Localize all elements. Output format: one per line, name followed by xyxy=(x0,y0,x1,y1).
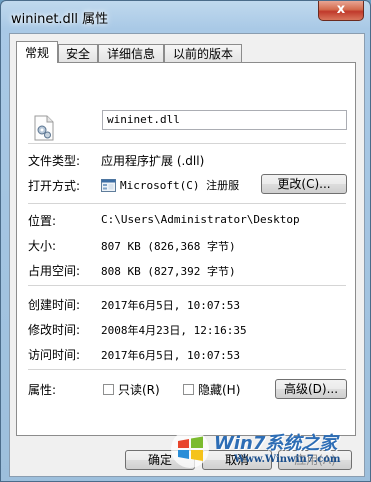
modified-label: 修改时间: xyxy=(28,323,81,337)
divider xyxy=(28,369,346,370)
tab-general[interactable]: 常规 xyxy=(16,41,58,63)
file-type-label: 文件类型: xyxy=(28,154,81,168)
site-watermark: Win7系统之家 Www.Winwin7.com xyxy=(164,427,364,471)
windows-logo-icon xyxy=(171,430,209,468)
change-button[interactable]: 更改(C)... xyxy=(261,174,347,194)
watermark-url: Www.Winwin7.com xyxy=(234,454,341,465)
readonly-checkbox[interactable] xyxy=(103,384,114,395)
size-label: 大小: xyxy=(28,239,57,253)
close-icon: x xyxy=(336,2,346,17)
created-value: 2017年6月5日, 10:07:53 xyxy=(101,299,240,312)
file-type-value: 应用程序扩展 (.dll) xyxy=(101,154,205,168)
advanced-button[interactable]: 高级(D)... xyxy=(275,379,347,399)
title-bar[interactable]: wininet.dll 属性 x xyxy=(1,1,370,35)
modified-value: 2008年4月23日, 12:16:35 xyxy=(101,324,247,337)
hidden-label[interactable]: 隐藏(H) xyxy=(198,381,240,398)
open-with-label: 打开方式: xyxy=(28,179,81,193)
size-value: 807 KB (826,368 字节) xyxy=(101,240,236,253)
location-value: C:\Users\Administrator\Desktop xyxy=(101,213,300,226)
registry-app-icon xyxy=(101,179,116,192)
location-label: 位置: xyxy=(28,214,57,228)
divider xyxy=(28,143,346,144)
attributes-label: 属性: xyxy=(28,383,57,397)
readonly-label[interactable]: 只读(R) xyxy=(118,381,160,398)
accessed-label: 访问时间: xyxy=(28,348,81,362)
tab-details[interactable]: 详细信息 xyxy=(98,44,164,62)
dll-file-icon xyxy=(34,115,54,141)
hidden-checkbox[interactable] xyxy=(183,384,194,395)
accessed-value: 2017年6月5日, 10:07:53 xyxy=(101,349,240,362)
created-label: 创建时间: xyxy=(28,298,81,312)
tab-previous-versions[interactable]: 以前的版本 xyxy=(164,44,242,62)
tab-security[interactable]: 安全 xyxy=(58,44,98,62)
divider xyxy=(28,285,346,286)
file-name-field[interactable]: wininet.dll xyxy=(102,110,347,130)
divider xyxy=(28,203,346,204)
general-panel: wininet.dll 文件类型: 应用程序扩展 (.dll) 打开方式: Mi… xyxy=(16,62,356,436)
dialog-client: 常规 安全 详细信息 以前的版本 wininet.dll 文件类型: 应用程序扩… xyxy=(9,33,365,477)
open-with-value: Microsoft(C) 注册服 xyxy=(120,179,240,192)
size-on-disk-value: 808 KB (827,392 字节) xyxy=(101,265,236,278)
size-on-disk-label: 占用空间: xyxy=(28,264,81,278)
window-title: wininet.dll 属性 xyxy=(11,12,109,27)
properties-window: wininet.dll 属性 x 常规 安全 详细信息 以前的版本 winine… xyxy=(0,0,371,482)
watermark-brand: Win7系统之家 xyxy=(214,433,338,454)
close-button[interactable]: x xyxy=(318,1,364,21)
